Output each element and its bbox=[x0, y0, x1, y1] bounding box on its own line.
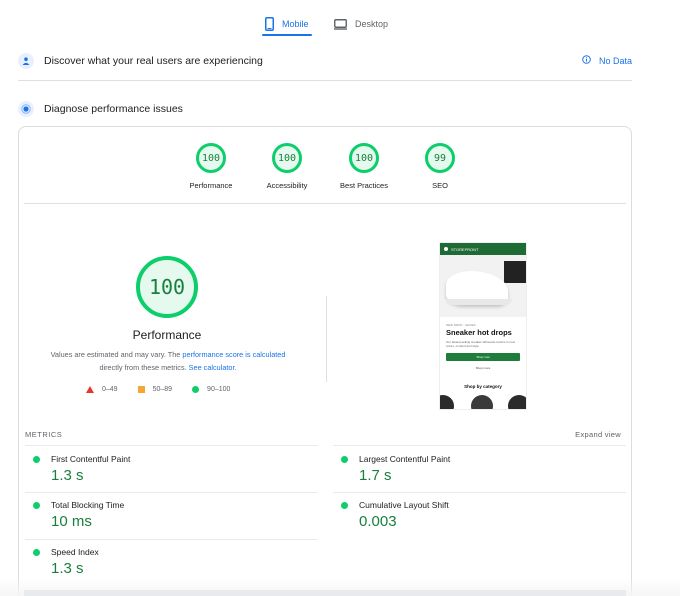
metric-divider bbox=[25, 539, 318, 540]
expand-view-toggle[interactable]: Expand view bbox=[575, 430, 621, 439]
bottom-scroll-bar bbox=[24, 590, 626, 596]
legend-pass-label: 90–100 bbox=[207, 386, 231, 393]
note-prefix: Values are estimated and may vary. The bbox=[50, 350, 183, 359]
lab-data-title: Diagnose performance issues bbox=[44, 103, 183, 115]
category-image bbox=[440, 395, 454, 409]
vertical-divider bbox=[326, 296, 327, 382]
gauge-seo[interactable]: 99 SEO bbox=[410, 143, 470, 190]
legend-average-label: 50–89 bbox=[152, 386, 173, 393]
metric-total-blocking-time: Total Blocking Time 10 ms bbox=[33, 500, 303, 530]
preview-body: Our fastest-selling sneaker silhouette r… bbox=[446, 340, 516, 348]
gauge-label: SEO bbox=[432, 181, 448, 190]
gauge-label: Best Practices bbox=[340, 181, 388, 190]
performance-score-gauge: 100 bbox=[136, 256, 198, 318]
tab-desktop-label: Desktop bbox=[355, 19, 389, 29]
legend-fail: 0–49 bbox=[86, 386, 118, 393]
section-divider bbox=[18, 80, 632, 81]
phone-icon bbox=[265, 17, 274, 31]
metric-value: 0.003 bbox=[359, 513, 397, 530]
tab-mobile-label: Mobile bbox=[282, 19, 309, 29]
users-icon bbox=[18, 53, 34, 69]
metric-value: 1.3 s bbox=[51, 467, 84, 484]
pass-dot-icon bbox=[341, 455, 348, 463]
device-tabs: Mobile Desktop bbox=[0, 0, 680, 40]
preview-hero-image bbox=[440, 255, 526, 317]
metric-name: Cumulative Layout Shift bbox=[359, 500, 449, 510]
preview-brand: STOREFRONT bbox=[451, 246, 479, 252]
metric-divider bbox=[333, 492, 626, 493]
gauge-label: Accessibility bbox=[266, 181, 308, 190]
active-tab-indicator bbox=[262, 34, 312, 36]
metric-divider bbox=[333, 445, 626, 446]
legend-pass: 90–100 bbox=[192, 386, 230, 393]
metrics-heading: METRICS bbox=[25, 430, 63, 439]
pass-dot-icon bbox=[33, 548, 40, 556]
score-ring: 99 bbox=[425, 143, 455, 173]
preview-button: Shop now bbox=[446, 353, 520, 361]
preview-header: STOREFRONT bbox=[440, 243, 526, 255]
preview-category-images bbox=[440, 395, 526, 409]
metric-divider bbox=[25, 445, 318, 446]
metric-cumulative-layout-shift: Cumulative Layout Shift 0.003 bbox=[341, 500, 611, 530]
circle-icon bbox=[192, 386, 200, 393]
no-data-label: No Data bbox=[598, 55, 632, 66]
gauge-label: Performance bbox=[189, 181, 233, 190]
preview-link: Shop more bbox=[475, 366, 491, 370]
page-screenshot-preview[interactable]: STOREFRONT NEW DROP · SHOES Sneaker hot … bbox=[439, 242, 527, 410]
preview-heading: Sneaker hot drops bbox=[446, 328, 512, 337]
gauge-best-practices[interactable]: 100 Best Practices bbox=[334, 143, 394, 190]
metric-value: 10 ms bbox=[51, 513, 92, 530]
gauges-divider bbox=[24, 203, 626, 204]
square-icon bbox=[137, 386, 145, 393]
preview-eyebrow: NEW DROP · SHOES bbox=[446, 323, 476, 327]
category-image bbox=[471, 395, 493, 409]
score-ring: 100 bbox=[349, 143, 379, 173]
see-calculator-link[interactable]: See calculator. bbox=[189, 363, 237, 372]
metric-name: Largest Contentful Paint bbox=[359, 454, 451, 464]
metric-divider bbox=[25, 492, 318, 493]
score-note: Values are estimated and may vary. The p… bbox=[36, 348, 300, 374]
metric-name: First Contentful Paint bbox=[51, 454, 131, 464]
score-calculated-link[interactable]: performance score is calculated bbox=[182, 350, 285, 359]
no-data-indicator[interactable]: No Data bbox=[582, 55, 632, 66]
note-middle: directly from these metrics. bbox=[99, 363, 189, 372]
metric-value: 1.7 s bbox=[359, 467, 392, 484]
sneaker-sole bbox=[446, 299, 512, 305]
score-ring: 100 bbox=[272, 143, 302, 173]
preview-hero-backdrop bbox=[504, 261, 526, 283]
score-legend: 0–49 50–89 90–100 bbox=[86, 386, 230, 393]
pass-dot-icon bbox=[33, 455, 40, 463]
metric-first-contentful-paint: First Contentful Paint 1.3 s bbox=[33, 454, 303, 484]
category-image bbox=[508, 395, 526, 409]
lab-icon bbox=[18, 101, 34, 117]
triangle-icon bbox=[86, 386, 94, 393]
gauge-accessibility[interactable]: 100 Accessibility bbox=[257, 143, 317, 190]
tab-desktop[interactable]: Desktop bbox=[334, 12, 388, 36]
score-ring: 100 bbox=[196, 143, 226, 173]
metric-name: Total Blocking Time bbox=[51, 500, 125, 510]
metric-value: 1.3 s bbox=[51, 560, 84, 577]
pass-dot-icon bbox=[341, 501, 348, 509]
metric-name: Speed Index bbox=[51, 547, 99, 557]
desktop-icon bbox=[334, 18, 347, 30]
metric-speed-index: Speed Index 1.3 s bbox=[33, 547, 303, 577]
preview-shop-heading: Shop by category bbox=[464, 384, 502, 389]
gauge-performance[interactable]: 100 Performance bbox=[181, 143, 241, 190]
legend-fail-label: 0–49 bbox=[102, 386, 118, 393]
category-gauges: 100 Performance 100 Accessibility 100 Be… bbox=[0, 143, 680, 193]
info-icon bbox=[582, 55, 591, 66]
performance-score-label: Performance bbox=[132, 328, 202, 342]
pass-dot-icon bbox=[33, 501, 40, 509]
metric-largest-contentful-paint: Largest Contentful Paint 1.7 s bbox=[341, 454, 611, 484]
tab-mobile[interactable]: Mobile bbox=[265, 12, 309, 36]
legend-average: 50–89 bbox=[137, 386, 173, 393]
field-data-section: Discover what your real users are experi… bbox=[18, 48, 632, 74]
preview-logo-icon bbox=[444, 247, 448, 251]
lab-data-section: Diagnose performance issues bbox=[18, 96, 632, 122]
field-data-title: Discover what your real users are experi… bbox=[44, 55, 263, 67]
